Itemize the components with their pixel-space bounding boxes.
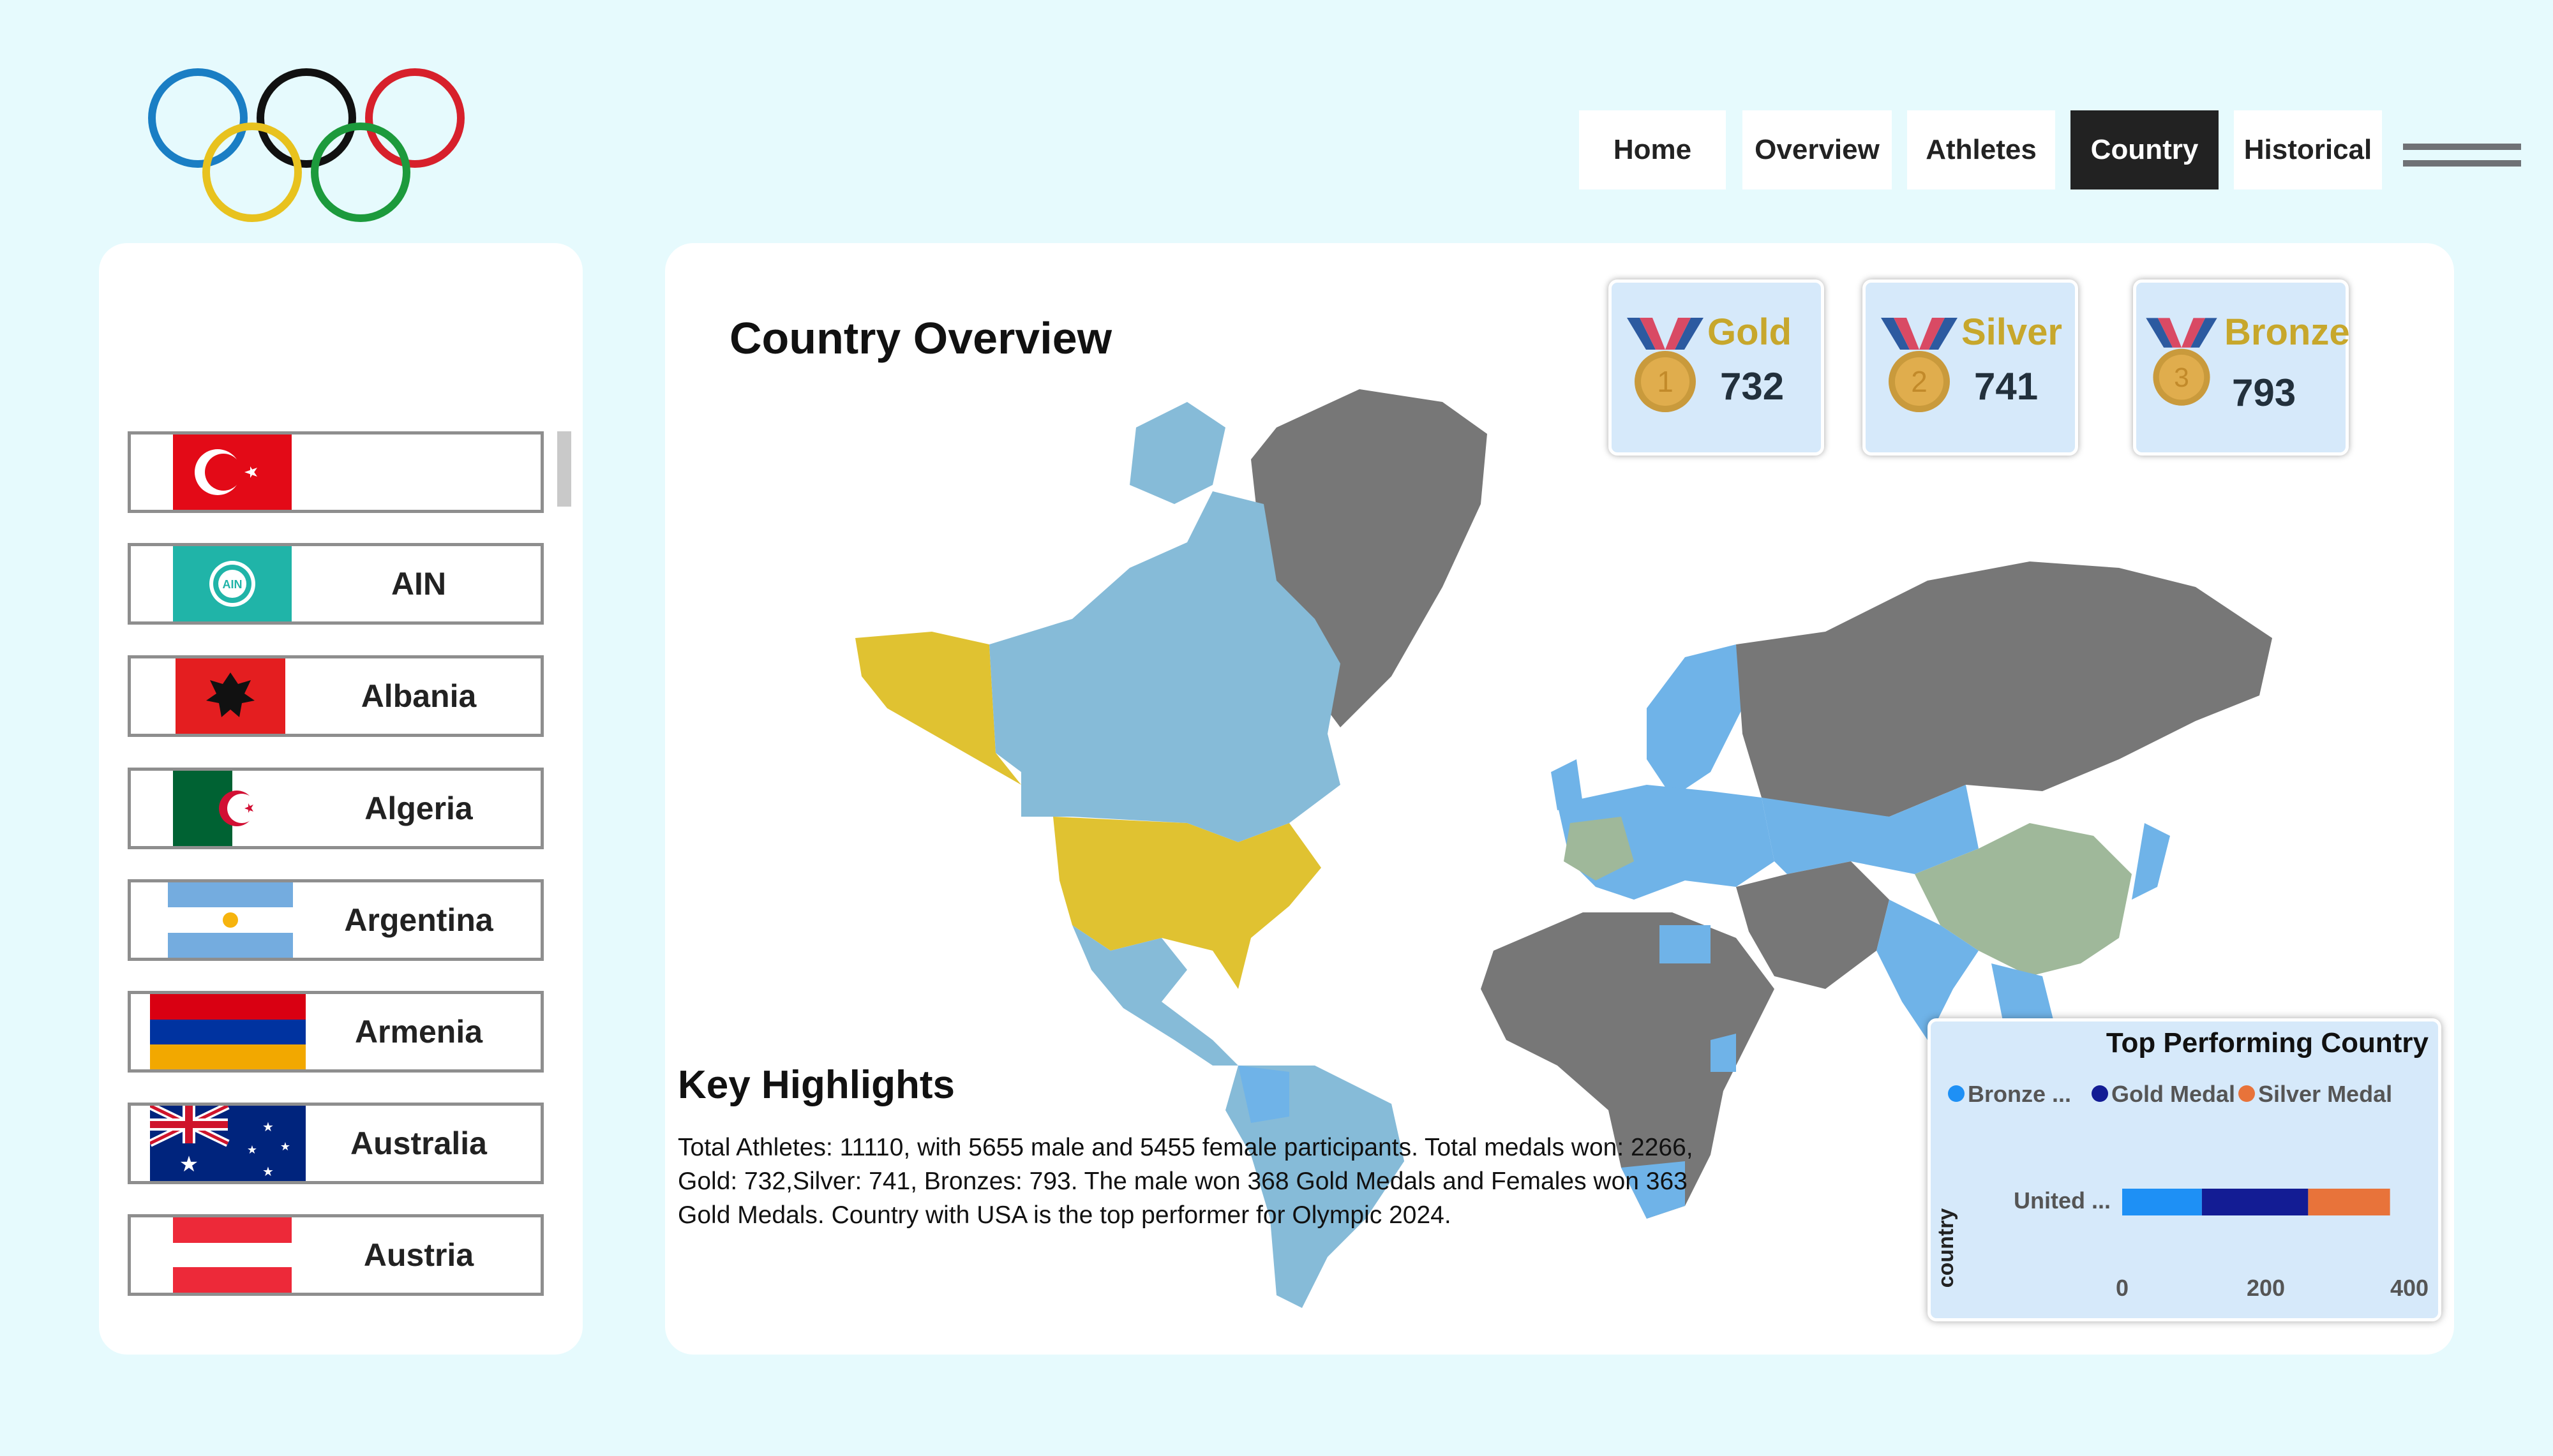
map-region-russia xyxy=(1736,561,2272,817)
svg-text:1: 1 xyxy=(1657,365,1673,398)
category-label: United ... xyxy=(2014,1187,2111,1214)
silver-medal-card[interactable]: 2 Silver 741 xyxy=(1862,279,2078,456)
key-highlights-text: Total Athletes: 11110, with 5655 male an… xyxy=(678,1134,1693,1229)
country-name: Australia xyxy=(350,1125,487,1161)
country-item-turkey[interactable] xyxy=(128,431,544,513)
nav-athletes-button[interactable]: Athletes xyxy=(1907,110,2055,189)
svg-text:2: 2 xyxy=(1911,365,1928,398)
country-name: AIN xyxy=(391,566,447,602)
x-tick-label: 0 xyxy=(2116,1275,2129,1301)
bar-segment xyxy=(2122,1189,2202,1215)
country-item-algeria[interactable]: Algeria xyxy=(128,768,544,849)
svg-text:3: 3 xyxy=(2174,362,2189,393)
bronze-medal-card[interactable]: 3 Bronze 793 xyxy=(2133,279,2350,456)
menu-icon[interactable] xyxy=(2403,144,2521,169)
legend-label: Bronze ... xyxy=(1968,1081,2071,1107)
country-name: Argentina xyxy=(344,902,493,938)
legend-label: Gold Medal xyxy=(2111,1081,2235,1107)
argentina-flag-icon xyxy=(168,882,293,958)
legend-marker xyxy=(2238,1085,2255,1102)
country-item-ain[interactable]: AIN AIN xyxy=(128,543,544,625)
svg-text:AIN: AIN xyxy=(223,578,243,591)
gold-medal-icon: 1 xyxy=(1627,318,1703,412)
armenia-flag-icon xyxy=(150,994,306,1069)
sidebar-scrollbar[interactable] xyxy=(557,431,571,507)
chart-title: Top Performing Country xyxy=(2106,1027,2429,1059)
key-highlights-heading: Key Highlights xyxy=(678,1063,955,1107)
nav-home-button[interactable]: Home xyxy=(1579,110,1726,189)
medal-count: 741 xyxy=(1974,365,2039,408)
top-performing-country-chart[interactable]: Top Performing Country Bronze ... Gold Med… xyxy=(1928,1018,2441,1321)
country-name: Albania xyxy=(361,678,477,714)
map-region-scandinavia xyxy=(1647,644,1742,798)
gold-medal-card[interactable]: 1 Gold 732 xyxy=(1608,279,1824,456)
medal-count: 793 xyxy=(2232,371,2296,414)
ain-flag-icon: AIN xyxy=(173,546,292,621)
country-item-albania[interactable]: Albania xyxy=(128,655,544,737)
legend-marker xyxy=(1948,1085,1965,1102)
bronze-medal-icon: 3 xyxy=(2146,318,2217,406)
albania-flag-icon xyxy=(176,658,285,734)
bar-segment xyxy=(2308,1189,2390,1215)
australia-flag-icon: ★ ★ ★ ★ ★ xyxy=(150,1106,306,1181)
country-name: Armenia xyxy=(354,1014,483,1050)
nav-historical-button[interactable]: Historical xyxy=(2234,110,2382,189)
map-region-uk xyxy=(1551,759,1583,810)
olympic-rings-logo xyxy=(148,68,465,222)
country-item-armenia[interactable]: Armenia xyxy=(128,991,544,1073)
country-item-austria[interactable]: Austria xyxy=(128,1214,544,1296)
chart-svg: Top Performing Country Bronze ... Gold Med… xyxy=(1934,1027,2429,1301)
map-region-egypt xyxy=(1659,925,1711,963)
bar-segment xyxy=(2201,1189,2309,1215)
turkey-flag-icon xyxy=(173,435,292,510)
nav-overview-button[interactable]: Overview xyxy=(1742,110,1892,189)
country-name: Algeria xyxy=(364,791,473,826)
svg-text:★: ★ xyxy=(179,1152,198,1177)
silver-medal-icon: 2 xyxy=(1881,318,1958,412)
map-region-japan xyxy=(2132,823,2170,900)
country-name xyxy=(297,435,541,510)
medal-label: Silver xyxy=(1961,311,2062,353)
country-item-australia[interactable]: ★ ★ ★ ★ ★ Australia xyxy=(128,1103,544,1184)
medal-label: Bronze xyxy=(2224,311,2350,353)
austria-flag-icon xyxy=(173,1217,292,1293)
algeria-flag-icon xyxy=(173,771,292,846)
legend-marker xyxy=(2092,1085,2108,1102)
map-region-kenya xyxy=(1711,1034,1736,1072)
svg-text:★: ★ xyxy=(262,1120,274,1134)
map-region-arctic-islands xyxy=(1130,402,1225,504)
dashboard-page: Home Overview Athletes Country Historica… xyxy=(0,0,2553,1456)
x-tick-label: 400 xyxy=(2390,1275,2429,1301)
country-name: Austria xyxy=(363,1237,474,1273)
medal-label: Gold xyxy=(1707,311,1792,353)
medal-count: 732 xyxy=(1720,365,1785,408)
svg-text:★: ★ xyxy=(247,1143,257,1156)
x-tick-label: 200 xyxy=(2247,1275,2285,1301)
page-title: Country Overview xyxy=(730,313,1112,363)
svg-text:★: ★ xyxy=(262,1165,274,1179)
svg-text:★: ★ xyxy=(280,1140,290,1153)
country-item-argentina[interactable]: Argentina xyxy=(128,879,544,961)
y-axis-label: country xyxy=(1934,1208,1958,1288)
legend-label: Silver Medal xyxy=(2258,1081,2392,1107)
nav-country-button[interactable]: Country xyxy=(2070,110,2219,189)
